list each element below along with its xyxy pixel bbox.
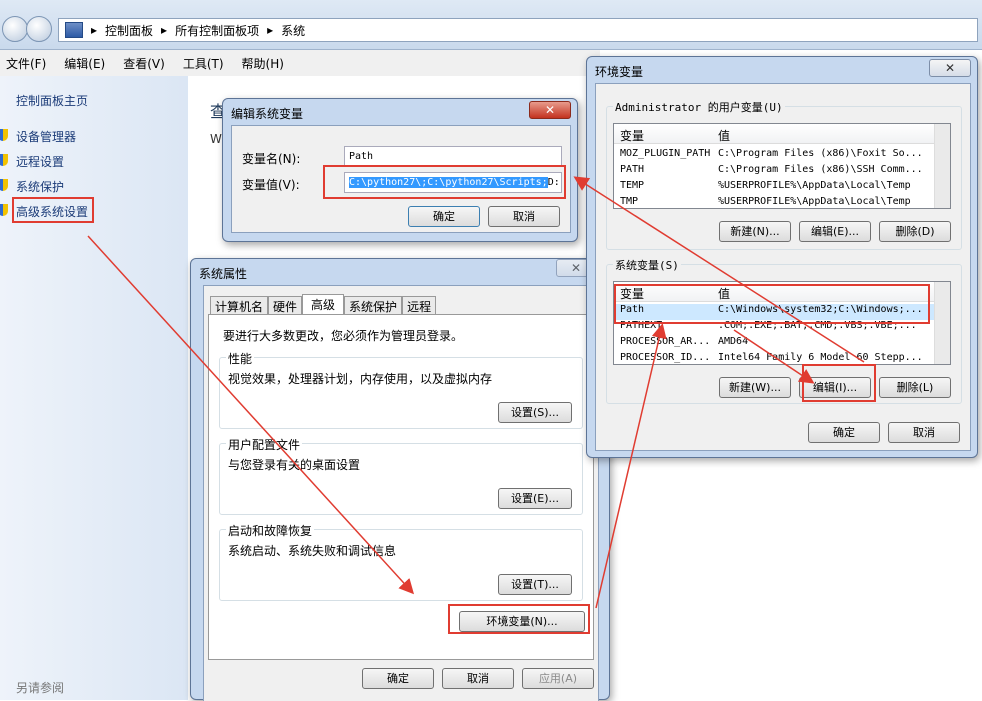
highlight-box <box>802 364 876 402</box>
group-description: 与您登录有关的桌面设置 <box>228 458 361 472</box>
variable-value-label: 变量值(V): <box>242 178 300 192</box>
chevron-right-icon: ▸ <box>267 23 274 37</box>
menu-edit[interactable]: 编辑(E) <box>64 55 105 72</box>
group-description: 系统启动、系统失败和调试信息 <box>228 544 397 558</box>
user-delete-button[interactable]: 删除(D) <box>879 221 951 242</box>
column-variable[interactable]: 变量 <box>620 127 644 144</box>
highlight-box <box>323 165 566 199</box>
variable-name-input[interactable]: Path <box>344 146 562 167</box>
row-value: C:\Program Files (x86)\Foxit So... <box>718 148 923 159</box>
cancel-button[interactable]: 取消 <box>888 422 960 443</box>
menu-help[interactable]: 帮助(H) <box>242 55 284 72</box>
breadcrumb-item[interactable]: 所有控制面板项 <box>175 22 259 39</box>
menu-file[interactable]: 文件(F) <box>6 55 46 72</box>
user-new-button[interactable]: 新建(N)... <box>719 221 791 242</box>
scrollbar[interactable] <box>934 282 950 364</box>
list-row[interactable]: TMP %USERPROFILE%\AppData\Local\Temp <box>614 196 950 208</box>
scrollbar[interactable] <box>934 124 950 208</box>
ok-button[interactable]: 确定 <box>808 422 880 443</box>
system-protection-link[interactable]: 系统保护 <box>16 178 64 195</box>
dialog-title: 环境变量 <box>595 65 644 79</box>
environment-variables-dialog: 环境变量 ✕ Administrator 的用户变量(U) 变量 值 MOZ_P… <box>586 56 978 458</box>
column-value[interactable]: 值 <box>718 127 730 144</box>
row-variable: MOZ_PLUGIN_PATH <box>620 148 711 159</box>
group-caption: 启动和故障恢复 <box>226 522 315 539</box>
menu-bar: 文件(F) 编辑(E) 查看(V) 工具(T) 帮助(H) <box>0 50 600 76</box>
user-edit-button[interactable]: 编辑(E)... <box>799 221 871 242</box>
remote-settings-link[interactable]: 远程设置 <box>16 153 64 170</box>
forward-button[interactable] <box>26 16 52 42</box>
startup-recovery-group: 启动和故障恢复 系统启动、系统失败和调试信息 设置(T)... <box>219 522 583 601</box>
list-row[interactable]: MOZ_PLUGIN_PATH C:\Program Files (x86)\Fo… <box>614 148 950 164</box>
row-value: %USERPROFILE%\AppData\Local\Temp <box>718 180 911 191</box>
address-bar[interactable]: ▸ 控制面板 ▸ 所有控制面板项 ▸ 系统 <box>58 18 978 42</box>
highlight-box <box>12 197 94 223</box>
apply-button[interactable]: 应用(A) <box>522 668 594 689</box>
user-variables-group: Administrator 的用户变量(U) 变量 值 MOZ_PLUGIN_P… <box>606 99 962 250</box>
breadcrumb-item[interactable]: 系统 <box>281 22 305 39</box>
row-value: AMD64 <box>718 336 749 347</box>
address-toolbar: ▸ 控制面板 ▸ 所有控制面板项 ▸ 系统 <box>0 0 982 50</box>
row-variable: PROCESSOR_AR... <box>620 336 711 347</box>
startup-settings-button[interactable]: 设置(T)... <box>498 574 572 595</box>
group-description: 视觉效果，处理器计划，内存使用，以及虚拟内存 <box>228 372 493 386</box>
row-value: %USERPROFILE%\AppData\Local\Temp <box>718 196 911 207</box>
menu-tools[interactable]: 工具(T) <box>183 55 224 72</box>
chevron-right-icon: ▸ <box>91 23 98 37</box>
chevron-right-icon: ▸ <box>161 23 168 37</box>
group-caption: Administrator 的用户变量(U) <box>613 99 785 115</box>
highlight-box <box>614 284 930 324</box>
shield-icon <box>0 154 8 166</box>
back-button[interactable] <box>2 16 28 42</box>
profile-settings-button[interactable]: 设置(E)... <box>498 488 572 509</box>
performance-group: 性能 视觉效果，处理器计划，内存使用，以及虚拟内存 设置(S)... <box>219 350 583 429</box>
menu-view[interactable]: 查看(V) <box>123 55 165 72</box>
list-row[interactable]: PROCESSOR_AR... AMD64 <box>614 336 950 352</box>
control-panel-icon <box>65 22 83 38</box>
see-also-heading: 另请参阅 <box>16 681 65 695</box>
row-variable: TEMP <box>620 180 645 191</box>
variable-name-label: 变量名(N): <box>242 152 301 166</box>
list-row[interactable]: TEMP %USERPROFILE%\AppData\Local\Temp <box>614 180 950 196</box>
ok-button[interactable]: 确定 <box>408 206 480 227</box>
row-variable: PATH <box>620 164 645 175</box>
control-panel-home-link[interactable]: 控制面板主页 <box>16 92 88 109</box>
system-delete-button[interactable]: 删除(L) <box>879 377 951 398</box>
breadcrumb-item[interactable]: 控制面板 <box>105 22 153 39</box>
device-manager-link[interactable]: 设备管理器 <box>16 128 76 145</box>
shield-icon <box>0 129 8 141</box>
user-variables-list[interactable]: 变量 值 MOZ_PLUGIN_PATH C:\Program Files (x8… <box>613 123 951 209</box>
admin-note: 要进行大多数更改，您必须作为管理员登录。 <box>223 329 464 343</box>
dialog-client: 计算机名 硬件 高级 系统保护 远程 要进行大多数更改，您必须作为管理员登录。 … <box>203 285 599 701</box>
system-new-button[interactable]: 新建(W)... <box>719 377 791 398</box>
shield-icon <box>0 179 8 191</box>
list-row[interactable]: PROCESSOR_ID... Intel64 Family 6 Model 60… <box>614 352 950 364</box>
row-variable: PROCESSOR_ID... <box>620 352 711 363</box>
close-icon[interactable]: ✕ <box>929 59 971 77</box>
row-value: Intel64 Family 6 Model 60 Stepp... <box>718 352 923 363</box>
cancel-button[interactable]: 取消 <box>488 206 560 227</box>
user-profiles-group: 用户配置文件 与您登录有关的桌面设置 设置(E)... <box>219 436 583 515</box>
close-icon[interactable]: ✕ <box>529 101 571 119</box>
highlight-box <box>448 604 590 634</box>
left-navigation: 控制面板主页 设备管理器 远程设置 系统保护 高级系统设置 另请参阅 <box>0 76 188 700</box>
dialog-title: 编辑系统变量 <box>231 107 304 121</box>
group-caption: 用户配置文件 <box>226 436 303 453</box>
performance-settings-button[interactable]: 设置(S)... <box>498 402 572 423</box>
row-variable: TMP <box>620 196 639 207</box>
shield-icon <box>0 204 8 216</box>
row-value: C:\Program Files (x86)\SSH Comm... <box>718 164 923 175</box>
list-header: 变量 值 <box>614 124 950 144</box>
list-row[interactable]: PATH C:\Program Files (x86)\SSH Comm... <box>614 164 950 180</box>
group-caption: 性能 <box>226 350 255 367</box>
group-caption: 系统变量(S) <box>613 257 681 273</box>
cancel-button[interactable]: 取消 <box>442 668 514 689</box>
dialog-client: Administrator 的用户变量(U) 变量 值 MOZ_PLUGIN_P… <box>595 83 971 451</box>
ok-button[interactable]: 确定 <box>362 668 434 689</box>
dialog-title: 系统属性 <box>199 267 248 281</box>
page-subtext: W <box>210 132 222 146</box>
